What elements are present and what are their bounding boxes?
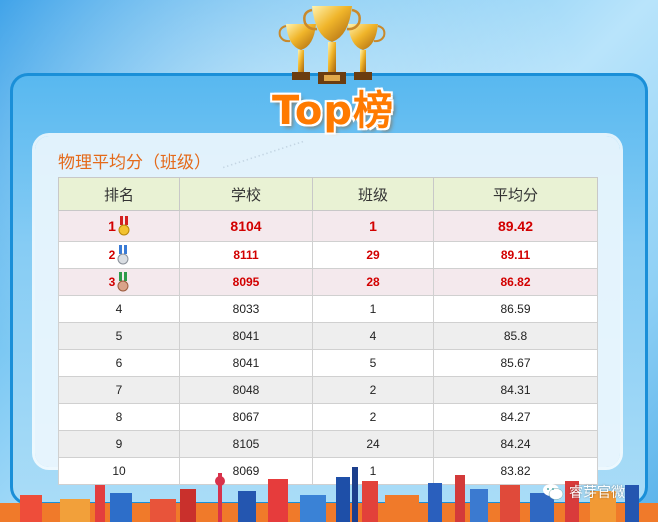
rank-cell: 1 xyxy=(108,218,116,234)
table-row: 8 8067 2 84.27 xyxy=(58,403,598,431)
column-header-school: 学校 xyxy=(179,177,313,211)
rank-cell: 5 xyxy=(58,322,180,350)
table-row: 5 8041 4 85.8 xyxy=(58,322,598,350)
class-cell: 1 xyxy=(312,295,434,323)
ranking-table: 排名 学校 班级 平均分 1 8104 1 89.42 2 8111 29 89… xyxy=(58,177,598,485)
school-cell: 8041 xyxy=(179,349,313,377)
table-row: 4 8033 1 86.59 xyxy=(58,295,598,323)
school-cell: 8033 xyxy=(179,295,313,323)
class-cell: 1 xyxy=(312,210,434,242)
brand-badge: 睿芽官微 xyxy=(542,482,625,502)
school-cell: 8041 xyxy=(179,322,313,350)
school-cell: 8067 xyxy=(179,403,313,431)
school-cell: 8105 xyxy=(179,430,313,458)
average-cell: 89.42 xyxy=(433,210,598,242)
class-cell: 4 xyxy=(312,322,434,350)
average-cell: 85.8 xyxy=(433,322,598,350)
silver-medal-icon xyxy=(117,245,129,265)
table-row: 2 8111 29 89.11 xyxy=(58,241,598,269)
average-cell: 84.24 xyxy=(433,430,598,458)
average-cell: 84.27 xyxy=(433,403,598,431)
rank-cell: 9 xyxy=(58,430,180,458)
rank-cell: 3 xyxy=(108,275,116,289)
average-cell: 86.82 xyxy=(433,268,598,296)
panel-title: 物理平均分（班级） xyxy=(58,153,211,173)
brand-name: 睿芽官微 xyxy=(569,485,625,501)
average-cell: 84.31 xyxy=(433,376,598,404)
gold-medal-icon xyxy=(118,216,130,236)
rank-cell: 8 xyxy=(58,403,180,431)
rank-cell: 4 xyxy=(58,295,180,323)
wechat-icon xyxy=(543,484,564,500)
school-cell: 8104 xyxy=(179,210,313,242)
class-cell: 2 xyxy=(312,376,434,404)
page-title: Top榜 xyxy=(271,88,395,134)
class-cell: 28 xyxy=(312,268,434,296)
school-cell: 8095 xyxy=(179,268,313,296)
average-cell: 85.67 xyxy=(433,349,598,377)
class-cell: 29 xyxy=(312,241,434,269)
school-cell: 8048 xyxy=(179,376,313,404)
class-cell: 5 xyxy=(312,349,434,377)
average-cell: 86.59 xyxy=(433,295,598,323)
table-row: 1 8104 1 89.42 xyxy=(58,210,598,242)
school-cell: 8111 xyxy=(179,241,313,269)
class-cell: 24 xyxy=(312,430,434,458)
table-header-row: 排名 学校 班级 平均分 xyxy=(58,177,598,211)
table-row: 7 8048 2 84.31 xyxy=(58,376,598,404)
table-row: 3 8095 28 86.82 xyxy=(58,268,598,296)
rank-cell: 2 xyxy=(108,248,116,262)
rank-cell: 6 xyxy=(58,349,180,377)
column-header-class: 班级 xyxy=(312,177,434,211)
column-header-average: 平均分 xyxy=(433,177,598,211)
class-cell: 2 xyxy=(312,403,434,431)
bronze-medal-icon xyxy=(117,272,129,292)
table-row: 9 8105 24 84.24 xyxy=(58,430,598,458)
average-cell: 89.11 xyxy=(433,241,598,269)
table-row: 6 8041 5 85.67 xyxy=(58,349,598,377)
column-header-rank: 排名 xyxy=(58,177,180,211)
rank-cell: 7 xyxy=(58,376,180,404)
